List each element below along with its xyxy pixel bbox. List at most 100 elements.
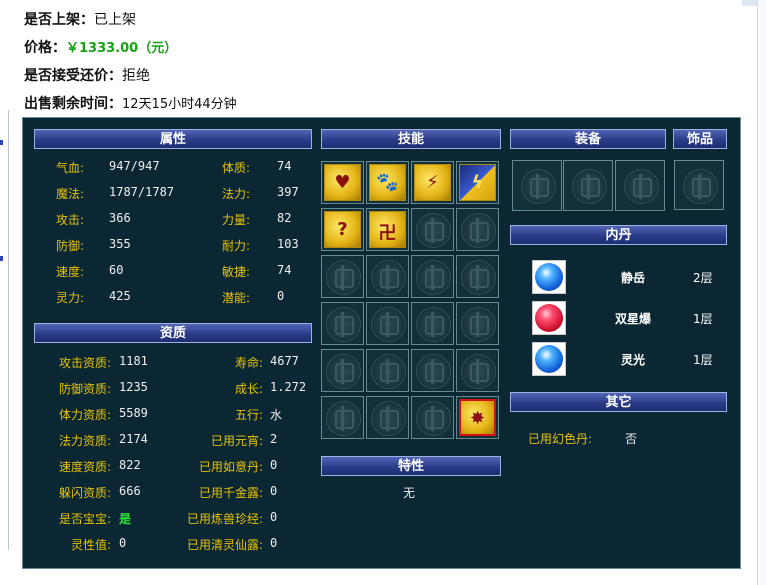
skill-slot[interactable]: 卍 (366, 208, 409, 251)
skill-slot[interactable]: 🐾 (366, 161, 409, 204)
bargain-row: 是否接受还价：拒绝 (24, 65, 150, 85)
skill-slot[interactable]: ϟ (456, 161, 499, 204)
equipment-slot[interactable] (615, 160, 665, 211)
aptitude-value: 0 (270, 536, 278, 550)
empty-slot-icon (461, 260, 496, 295)
lightning-skill-icon[interactable]: ϟ (459, 164, 496, 201)
aptitude-label: 已用炼兽珍经: (186, 512, 263, 526)
aptitude-header: 资质 (34, 323, 312, 343)
neidan-icon[interactable] (532, 301, 566, 335)
aptitude-value: 2174 (119, 432, 148, 446)
empty-slot-icon (571, 169, 607, 204)
equipment-slot[interactable] (512, 160, 562, 211)
skill-slot[interactable] (411, 349, 454, 392)
rune-skill-icon[interactable]: 卍 (369, 211, 406, 248)
shelved-label: 是否上架： (24, 12, 94, 28)
empty-slot-icon (416, 260, 451, 295)
skill-slot[interactable] (366, 396, 409, 439)
attribute-label: 体质: (222, 161, 251, 175)
neidan-orb (535, 304, 563, 332)
attribute-value: 74 (277, 159, 292, 173)
skill-slot[interactable] (321, 302, 364, 345)
attribute-label: 魔法: (56, 187, 85, 201)
attribute-value: 397 (277, 185, 299, 199)
empty-slot-icon (371, 401, 406, 436)
skill-glyph: ϟ (471, 172, 484, 193)
skill-slot[interactable]: ♥ (321, 161, 364, 204)
skill-slot[interactable] (366, 302, 409, 345)
skill-slot[interactable] (366, 255, 409, 298)
attribute-label: 气血: (56, 161, 85, 175)
neidan-header: 内丹 (510, 225, 727, 245)
skill-slot[interactable]: ✸ (456, 396, 499, 439)
aptitude-value: 4677 (270, 354, 299, 368)
empty-slot-icon (416, 354, 451, 389)
skill-glyph: ♥ (334, 172, 351, 193)
left-border (8, 110, 9, 550)
skill-slot[interactable]: ⚡ (411, 161, 454, 204)
beast-skill-icon[interactable]: 🐾 (369, 164, 406, 201)
ornament-slot[interactable] (674, 160, 724, 210)
neidan-icon[interactable] (532, 260, 566, 294)
remaining-time-value: 12天15小时44分钟 (122, 97, 237, 112)
aptitude-value: 是 (119, 512, 132, 526)
aptitude-label: 法力资质: (58, 434, 111, 448)
skill-slot[interactable] (411, 208, 454, 251)
other-header: 其它 (510, 392, 727, 412)
skill-slot[interactable] (456, 349, 499, 392)
left-marker (0, 140, 3, 145)
skill-slot[interactable] (411, 255, 454, 298)
aptitude-label: 已用千金露: (198, 486, 263, 500)
skill-slot[interactable] (456, 255, 499, 298)
traits-header: 特性 (321, 456, 501, 476)
aptitude-label: 躲闪资质: (58, 486, 111, 500)
attributes-header: 属性 (34, 129, 312, 149)
empty-slot-icon (520, 169, 556, 204)
aptitude-value: 0 (270, 510, 278, 524)
aptitude-value: 水 (270, 408, 283, 422)
claw-skill-icon[interactable]: ⚡ (414, 164, 451, 201)
empty-slot-icon (416, 213, 451, 248)
attribute-value: 82 (277, 211, 292, 225)
skill-glyph: ✸ (469, 408, 486, 429)
skill-slot[interactable] (366, 349, 409, 392)
skill-slot[interactable] (321, 396, 364, 439)
aptitude-value: 666 (119, 484, 141, 498)
neidan-icon[interactable] (532, 342, 566, 376)
bargain-label: 是否接受还价： (24, 68, 122, 84)
skill-glyph: 卍 (378, 223, 397, 244)
attribute-value: 425 (109, 289, 131, 303)
scrollbar-track[interactable] (757, 0, 766, 585)
traits-value: 无 (403, 486, 416, 500)
skill-slot[interactable] (456, 208, 499, 251)
skill-slot[interactable] (411, 302, 454, 345)
mystery-skill-icon[interactable]: ? (324, 211, 361, 248)
bargain-value: 拒绝 (122, 68, 150, 84)
skill-slot[interactable] (321, 255, 364, 298)
empty-slot-icon (326, 260, 361, 295)
skill-slot[interactable] (411, 396, 454, 439)
aptitude-label: 寿命: (234, 356, 263, 370)
aptitude-label: 成长: (234, 382, 263, 396)
aptitude-label: 已用元宵: (210, 434, 263, 448)
price-value: ￥1333.00（元） (66, 41, 178, 56)
skill-slot[interactable]: ? (321, 208, 364, 251)
skill-slot[interactable] (456, 302, 499, 345)
equipment-slot[interactable] (563, 160, 613, 211)
attribute-value: 366 (109, 211, 131, 225)
attribute-label: 力量: (222, 213, 251, 227)
aptitude-label: 攻击资质: (58, 356, 111, 370)
empty-slot-icon (371, 260, 406, 295)
attribute-label: 攻击: (56, 213, 85, 227)
skill-slot[interactable] (321, 349, 364, 392)
aptitude-label: 体力资质: (58, 408, 111, 422)
attribute-label: 灵力: (56, 291, 85, 305)
neidan-level: 2层 (693, 271, 713, 285)
empty-slot-icon (682, 169, 718, 204)
meteor-skill-icon[interactable]: ✸ (459, 399, 496, 436)
empty-slot-icon (623, 169, 659, 204)
heart-skill-icon[interactable]: ♥ (324, 164, 361, 201)
aptitude-value: 0 (119, 536, 127, 550)
aptitude-label: 已用如意丹: (198, 460, 263, 474)
empty-slot-icon (326, 307, 361, 342)
